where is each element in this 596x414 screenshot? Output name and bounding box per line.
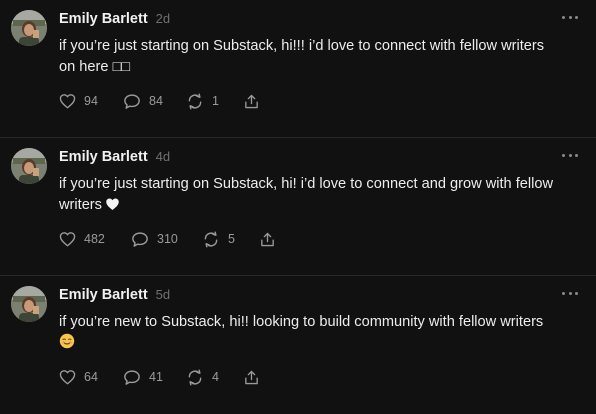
restack-count: 5 bbox=[228, 232, 235, 246]
restack-button[interactable]: 4 bbox=[186, 369, 243, 386]
comment-button[interactable]: 310 bbox=[131, 231, 202, 248]
comment-count: 41 bbox=[149, 370, 163, 384]
restack-icon bbox=[188, 93, 202, 109]
comment-count: 84 bbox=[149, 94, 163, 108]
timestamp[interactable]: 5d bbox=[156, 287, 170, 302]
comment-bubble-icon bbox=[132, 231, 148, 247]
restack-count: 4 bbox=[212, 370, 219, 384]
heart-icon bbox=[59, 370, 76, 385]
avatar[interactable] bbox=[11, 148, 47, 184]
note-post[interactable]: Emily Barlett 2d if you’re just starting… bbox=[0, 0, 596, 138]
timestamp[interactable]: 4d bbox=[156, 149, 170, 164]
more-options-icon[interactable] bbox=[562, 150, 578, 160]
share-icon bbox=[261, 232, 274, 246]
unrendered-glyphs: □□ bbox=[112, 59, 131, 75]
note-text: if you’re just starting on Substack, hi!… bbox=[59, 36, 579, 78]
note-text-line: if you’re just starting on Substack, hi!… bbox=[59, 38, 545, 54]
share-button[interactable] bbox=[243, 369, 260, 386]
note-text-fragment: writers bbox=[59, 197, 102, 213]
comment-bubble-icon bbox=[124, 93, 140, 109]
note-text-line: writers bbox=[59, 195, 579, 218]
author-name[interactable]: Emily Barlett bbox=[59, 287, 148, 303]
avatar-image bbox=[11, 286, 47, 322]
more-options-icon[interactable] bbox=[562, 12, 578, 22]
share-icon bbox=[245, 370, 258, 384]
timestamp[interactable]: 2d bbox=[156, 11, 170, 26]
share-button[interactable] bbox=[243, 93, 260, 110]
note-text: if you’re new to Substack, hi!! looking … bbox=[59, 312, 579, 356]
restack-button[interactable]: 1 bbox=[186, 93, 243, 110]
note-post[interactable]: Emily Barlett 4d if you’re just starting… bbox=[0, 138, 596, 276]
note-header: Emily Barlett 4d bbox=[59, 149, 170, 167]
heart-icon bbox=[59, 232, 76, 247]
note-text-line bbox=[59, 333, 579, 356]
share-icon bbox=[245, 94, 258, 108]
heart-icon bbox=[59, 94, 76, 109]
note-text: if you’re just starting on Substack, hi!… bbox=[59, 174, 579, 218]
restack-icon bbox=[188, 369, 202, 385]
avatar[interactable] bbox=[11, 286, 47, 322]
like-button[interactable]: 94 bbox=[59, 93, 123, 109]
comment-count: 310 bbox=[157, 232, 178, 246]
restack-icon bbox=[204, 231, 218, 247]
action-bar: 64 41 4 bbox=[59, 366, 260, 388]
like-button[interactable]: 482 bbox=[59, 231, 131, 247]
action-bar: 94 84 1 bbox=[59, 90, 260, 112]
note-header: Emily Barlett 5d bbox=[59, 287, 170, 305]
author-name[interactable]: Emily Barlett bbox=[59, 149, 148, 165]
comment-button[interactable]: 41 bbox=[123, 369, 186, 386]
comment-bubble-icon bbox=[124, 369, 140, 385]
more-options-icon[interactable] bbox=[562, 288, 578, 298]
note-text-line: on here □□ bbox=[59, 57, 579, 78]
action-bar: 482 310 5 bbox=[59, 228, 276, 250]
like-count: 94 bbox=[84, 94, 98, 108]
notes-feed: Emily Barlett 2d if you’re just starting… bbox=[0, 0, 596, 406]
white-heart-icon bbox=[105, 197, 120, 218]
smiling-face-icon bbox=[59, 333, 75, 356]
comment-button[interactable]: 84 bbox=[123, 93, 186, 110]
note-text-line: if you’re new to Substack, hi!! looking … bbox=[59, 314, 544, 330]
note-text-fragment: on here bbox=[59, 59, 109, 75]
restack-button[interactable]: 5 bbox=[202, 231, 259, 248]
note-post[interactable]: Emily Barlett 5d if you’re new to Substa… bbox=[0, 276, 596, 414]
avatar[interactable] bbox=[11, 10, 47, 46]
like-count: 64 bbox=[84, 370, 98, 384]
restack-count: 1 bbox=[212, 94, 219, 108]
author-name[interactable]: Emily Barlett bbox=[59, 11, 148, 27]
share-button[interactable] bbox=[259, 231, 276, 248]
like-button[interactable]: 64 bbox=[59, 369, 123, 385]
like-count: 482 bbox=[84, 232, 105, 246]
avatar-image bbox=[11, 148, 47, 184]
note-text-line: if you’re just starting on Substack, hi!… bbox=[59, 176, 554, 192]
avatar-image bbox=[11, 10, 47, 46]
note-header: Emily Barlett 2d bbox=[59, 11, 170, 29]
